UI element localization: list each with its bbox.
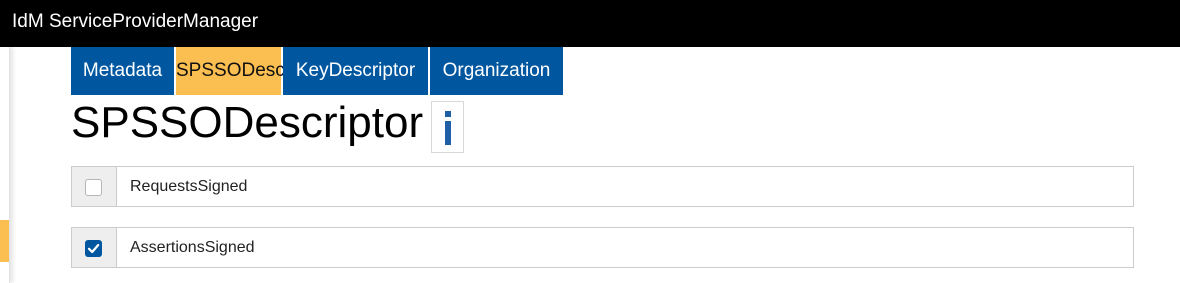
field-label: AssertionsSigned	[130, 239, 255, 256]
field-row-requestssigned: RequestsSigned	[71, 166, 1134, 207]
page-title: SPSSODescriptor	[71, 98, 424, 147]
info-icon	[445, 111, 451, 145]
app-header: IdM ServiceProviderManager	[0, 0, 1180, 47]
checkbox-cell	[72, 228, 117, 267]
tab-spssodescriptor[interactable]: SPSSODescriptor	[176, 47, 328, 95]
tab-organization[interactable]: Organization	[430, 47, 563, 95]
assertionssigned-checkbox[interactable]	[85, 240, 102, 257]
field-row-assertionssigned: AssertionsSigned	[71, 227, 1134, 268]
checkbox-cell	[72, 167, 117, 206]
app-title: IdM ServiceProviderManager	[12, 11, 259, 32]
tab-metadata[interactable]: Metadata	[71, 47, 174, 95]
requestssigned-checkbox[interactable]	[85, 179, 102, 196]
tab-keydescriptor[interactable]: KeyDescriptor	[283, 47, 428, 95]
side-rail-indicator	[0, 220, 9, 262]
field-label: RequestsSigned	[130, 178, 248, 195]
checkmark-icon	[87, 243, 100, 254]
info-button[interactable]	[431, 101, 464, 153]
